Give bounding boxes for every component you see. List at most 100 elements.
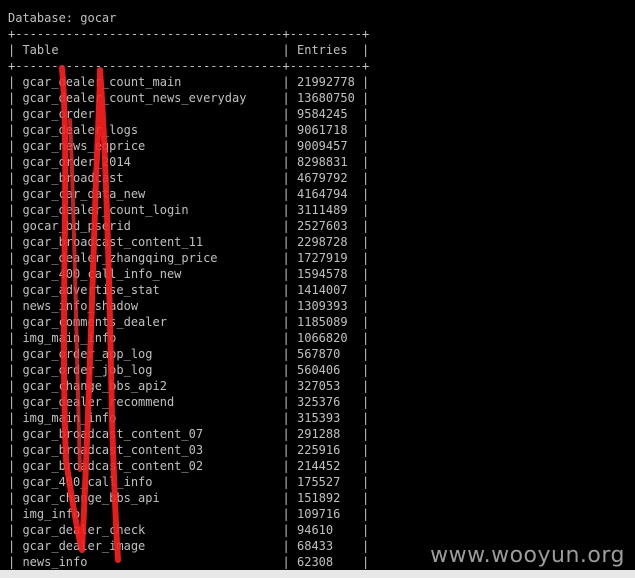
entries-cell: 291288: [297, 427, 341, 441]
table-row: | gcar_400_call_info_new | 1594578 |: [8, 267, 370, 281]
table-row: | gcar_dealer_recommend | 325376 |: [8, 395, 370, 409]
column-header-table: Table: [22, 43, 59, 57]
entries-cell: 4164794: [297, 187, 348, 201]
table-name-cell: gcar_broadcast_content_07: [22, 427, 204, 441]
table-row: | gcar_dealer_image | 68433 |: [8, 539, 370, 553]
table-name-cell: gcar_news_eqprice: [22, 139, 146, 153]
table-row: | gcar_dealer_logs | 9061718 |: [8, 123, 370, 137]
table-row: | gcar_advertise_stat | 1414007 |: [8, 283, 370, 297]
table-border-top: +-------------------------------------+-…: [8, 27, 370, 41]
table-name-cell: gcar_order_2014: [22, 155, 131, 169]
entries-cell: 1066820: [297, 331, 348, 345]
table-row: | gcar_dealer_zhangqing_price | 1727919 …: [8, 251, 370, 265]
table-name-cell: gcar_change_bbs_api2: [22, 379, 167, 393]
table-name-cell: gcar_dealer_logs: [22, 123, 139, 137]
table-row: | gcar_dealer_count_news_everyday | 1368…: [8, 91, 370, 105]
table-name-cell: gcar_car_data_new: [22, 187, 146, 201]
entries-cell: 1594578: [297, 267, 348, 281]
table-row: | gcar_dealer_count_login | 3111489 |: [8, 203, 370, 217]
table-row: | gcar_news_eqprice | 9009457 |: [8, 139, 370, 153]
entries-cell: 2298728: [297, 235, 348, 249]
console-output: Database: gocar +------------------------…: [8, 10, 369, 570]
entries-cell: 4679792: [297, 171, 348, 185]
watermark: www.wooyun.org: [430, 543, 625, 568]
table-name-cell: gcar_dealer_image: [22, 539, 146, 553]
entries-cell: 315393: [297, 411, 341, 425]
table-name-cell: img_main_info: [22, 331, 117, 345]
entries-cell: 225916: [297, 443, 341, 457]
table-rows: | gcar_dealer_count_main | 21992778 | | g…: [8, 74, 369, 570]
table-name-cell: gcar_dealer_count_news_everyday: [22, 91, 247, 105]
entries-cell: 1185089: [297, 315, 348, 329]
table-row: | gcar_car_data_new | 4164794 |: [8, 187, 370, 201]
table-name-cell: gcar_advertise_stat: [22, 283, 160, 297]
table-name-cell: gcar_comments_dealer: [22, 315, 167, 329]
table-row: | gcar_change_bbs_api2 | 327053 |: [8, 379, 370, 393]
table-row: | gcar_change_bbs_api | 151892 |: [8, 491, 370, 505]
table-name-cell: news_info_shadow: [22, 299, 139, 313]
table-row: | gcar_broadcast_content_03 | 225916 |: [8, 443, 370, 457]
entries-cell: 62308: [297, 555, 334, 569]
table-row: | gcar_dealer_check | 94610 |: [8, 523, 370, 537]
entries-cell: 2527603: [297, 219, 348, 233]
entries-cell: 214452: [297, 459, 341, 473]
console-window: Database: gocar +------------------------…: [0, 0, 635, 578]
entries-cell: 325376: [297, 395, 341, 409]
entries-cell: 567870: [297, 347, 341, 361]
table-name-cell: gocar_bd_pserid: [22, 219, 131, 233]
table-name-cell: gcar_dealer_zhangqing_price: [22, 251, 218, 265]
entries-cell: 1727919: [297, 251, 348, 265]
table-name-cell: gcar_400_call_info_new: [22, 267, 182, 281]
table-row: | gcar_order_2014 | 8298831 |: [8, 155, 370, 169]
table-name-cell: gcar_broadcast: [22, 171, 124, 185]
table-border-mid: +-------------------------------------+-…: [8, 59, 370, 73]
column-header-row: | Table | Entries |: [8, 43, 370, 57]
table-row: | img_info | 109716 |: [8, 507, 370, 521]
table-name-cell: gcar_dealer_count_main: [22, 75, 182, 89]
table-row: | gcar_broadcast_content_11 | 2298728 |: [8, 235, 370, 249]
table-row: | gcar_broadcast_content_07 | 291288 |: [8, 427, 370, 441]
table-name-cell: gcar_dealer_count_login: [22, 203, 189, 217]
entries-cell: 94610: [297, 523, 334, 537]
table-name-cell: gcar_change_bbs_api: [22, 491, 160, 505]
table-name-cell: gcar_400_call_info: [22, 475, 153, 489]
table-name-cell: gcar_order_job_log: [22, 363, 153, 377]
table-name-cell: gcar_dealer_recommend: [22, 395, 175, 409]
entries-cell: 9009457: [297, 139, 348, 153]
table-row: | gcar_dealer_count_main | 21992778 |: [8, 75, 370, 89]
entries-cell: 9584245: [297, 107, 348, 121]
table-name-cell: gcar_broadcast_content_02: [22, 459, 204, 473]
entries-cell: 3111489: [297, 203, 348, 217]
table-name-cell: gcar_broadcast_content_11: [22, 235, 204, 249]
table-row: | gocar_bd_pserid | 2527603 |: [8, 219, 370, 233]
window-bottom-edge: [0, 570, 635, 578]
table-name-cell: img_main_info: [22, 411, 117, 425]
table-name-cell: img_info: [22, 507, 81, 521]
entries-cell: 175527: [297, 475, 341, 489]
database-header: Database: gocar: [8, 11, 117, 25]
table-row: | gcar_order_job_log | 560406 |: [8, 363, 370, 377]
entries-cell: 151892: [297, 491, 341, 505]
table-name-cell: news_info: [22, 555, 88, 569]
table-row: | img_main_info | 315393 |: [8, 411, 370, 425]
table-row: | news_info_shadow | 1309393 |: [8, 299, 370, 313]
entries-cell: 109716: [297, 507, 341, 521]
entries-cell: 9061718: [297, 123, 348, 137]
table-row: | gcar_order | 9584245 |: [8, 107, 370, 121]
table-row: | gcar_broadcast_content_02 | 214452 |: [8, 459, 370, 473]
table-name-cell: gcar_order: [22, 107, 95, 121]
entries-cell: 8298831: [297, 155, 348, 169]
entries-cell: 13680750: [297, 91, 355, 105]
entries-cell: 1414007: [297, 283, 348, 297]
table-row: | gcar_broadcast | 4679792 |: [8, 171, 370, 185]
entries-cell: 21992778: [297, 75, 355, 89]
entries-cell: 1309393: [297, 299, 348, 313]
column-header-entries: Entries: [297, 43, 348, 57]
table-row: | gcar_400_call_info | 175527 |: [8, 475, 370, 489]
entries-cell: 560406: [297, 363, 341, 377]
table-row: | gcar_order_app_log | 567870 |: [8, 347, 370, 361]
entries-cell: 68433: [297, 539, 334, 553]
table-name-cell: gcar_broadcast_content_03: [22, 443, 204, 457]
table-row: | img_main_info | 1066820 |: [8, 331, 370, 345]
table-row: | news_info | 62308 |: [8, 555, 370, 569]
